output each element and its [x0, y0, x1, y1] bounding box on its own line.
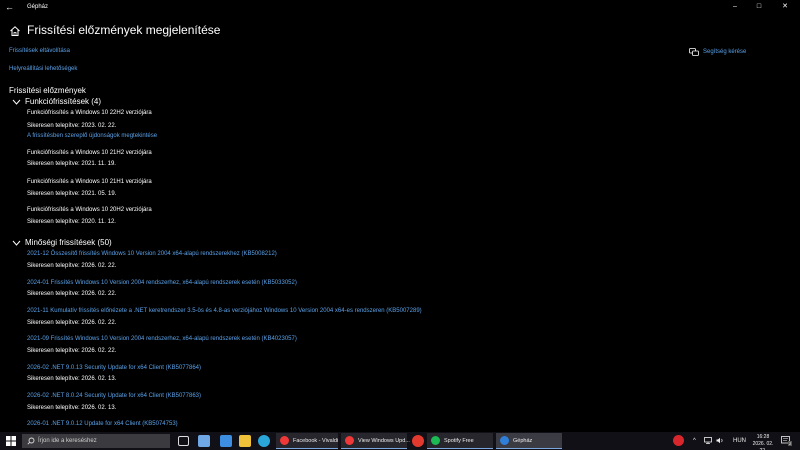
back-arrow-icon[interactable]: ← — [5, 1, 14, 13]
windows-start-icon[interactable] — [6, 436, 16, 446]
minimize-button[interactable]: – — [724, 1, 746, 13]
show-hidden-icons-button[interactable]: ^ — [693, 437, 696, 445]
maximize-button[interactable]: □ — [748, 1, 770, 13]
volume-icon[interactable] — [716, 437, 724, 444]
clock-time: 16:28 — [756, 434, 770, 440]
whats-new-link[interactable]: A frissítésben szereplő újdonságok megte… — [27, 132, 157, 141]
edge-icon[interactable] — [258, 435, 270, 447]
taskbar-search-input[interactable]: Írjon ide a kereséshez — [22, 434, 170, 448]
clock-date: 2026. 02. 22. — [752, 441, 774, 450]
uninstall-updates-link[interactable]: Frissítések eltávolítása — [9, 47, 70, 56]
taskbar-button-label: Spotify Free — [444, 438, 474, 444]
language-indicator[interactable]: HUN — [733, 437, 746, 445]
spotify-icon — [431, 436, 440, 445]
feature-update-status: Sikeresen telepítve: 2023. 02. 22. — [27, 123, 117, 129]
taskbar-button-label: Facebook - Vivaldi — [293, 438, 339, 444]
feature-update-title: Funkciófrissítés a Windows 10 21H2 verzi… — [27, 150, 152, 156]
feature-update-status: Sikeresen telepítve: 2020. 11. 12. — [27, 219, 116, 225]
quality-update-status: Sikeresen telepítve: 2026. 02. 22. — [27, 348, 117, 354]
taskbar-button-spotify[interactable]: Spotify Free — [427, 433, 493, 449]
vivaldi-icon — [280, 436, 289, 445]
file-explorer-icon[interactable] — [239, 435, 251, 447]
feature-update-title: Funkciófrissítés a Windows 10 22H2 verzi… — [27, 110, 152, 116]
quality-update-link[interactable]: 2024-01 Frissítés Windows 10 Version 200… — [27, 279, 297, 288]
close-button[interactable]: ✕ — [774, 1, 796, 13]
quality-update-status: Sikeresen telepítve: 2026. 02. 22. — [27, 263, 117, 269]
clock[interactable]: 16:28 2026. 02. 22. — [750, 434, 776, 450]
feature-update-title: Funkciófrissítés a Windows 10 21H1 verzi… — [27, 179, 152, 185]
taskbar-button-label: View Windows Upd... — [358, 438, 410, 444]
store-icon[interactable] — [198, 435, 210, 447]
taskbar: Írjon ide a kereséshez Facebook - Vivald… — [0, 432, 800, 450]
search-placeholder: Írjon ide a kereséshez — [38, 438, 97, 444]
quality-update-link[interactable]: 2026-02 .NET 8.0.24 Security Update for … — [27, 392, 201, 401]
home-icon[interactable] — [9, 25, 21, 37]
feature-update-status: Sikeresen telepítve: 2021. 05. 19. — [27, 191, 117, 197]
window-title: Gépház — [27, 4, 49, 10]
quality-update-link[interactable]: 2021-09 Frissítés Windows 10 Version 200… — [27, 335, 297, 344]
taskbar-button-label: Gépház — [513, 438, 533, 444]
task-view-icon[interactable] — [178, 436, 189, 446]
quality-update-link[interactable]: 2026-02 .NET 9.0.13 Security Update for … — [27, 364, 201, 373]
feature-update-title: Funkciófrissítés a Windows 10 20H2 verzi… — [27, 207, 152, 213]
taskbar-button-windows-update[interactable]: View Windows Upd... — [341, 433, 410, 449]
get-help-link[interactable]: Segítség kérése — [703, 48, 746, 57]
search-icon — [27, 437, 35, 445]
mail-icon[interactable] — [220, 435, 232, 447]
quality-update-link[interactable]: 2026-01 .NET 9.0.12 Update for x64 Clien… — [27, 420, 178, 429]
taskbar-button-facebook[interactable]: Facebook - Vivaldi — [276, 433, 338, 449]
quality-update-status: Sikeresen telepítve: 2026. 02. 13. — [27, 376, 117, 382]
opera-icon[interactable] — [412, 435, 424, 447]
chevron-down-icon[interactable] — [12, 240, 21, 246]
notification-badge: 2 — [788, 441, 793, 446]
recovery-options-link[interactable]: Helyreállítási lehetőségek — [9, 65, 77, 74]
quality-update-status: Sikeresen telepítve: 2026. 02. 13. — [27, 405, 117, 411]
vivaldi-icon — [345, 436, 354, 445]
gear-icon — [500, 436, 509, 445]
quality-update-link[interactable]: 2021-12 Összesítő frissítés Windows 10 V… — [27, 250, 277, 259]
title-bar: ← Gépház – □ ✕ — [0, 0, 800, 14]
feature-updates-group[interactable]: Funkciófrissítések (4) — [25, 96, 101, 107]
taskbar-button-settings[interactable]: Gépház — [496, 433, 562, 449]
chevron-down-icon[interactable] — [12, 99, 21, 105]
antivirus-tray-icon[interactable] — [673, 435, 684, 446]
quality-updates-group[interactable]: Minőségi frissítések (50) — [25, 237, 112, 248]
quality-update-link[interactable]: 2021-11 Kumulatív frissítés előnézete a … — [27, 307, 422, 316]
quality-update-status: Sikeresen telepítve: 2026. 02. 22. — [27, 291, 117, 297]
feature-update-status: Sikeresen telepítve: 2021. 11. 19. — [27, 161, 116, 167]
history-heading: Frissítési előzmények — [9, 86, 86, 95]
page-title: Frissítési előzmények megjelenítése — [27, 23, 221, 37]
network-icon[interactable] — [704, 437, 712, 444]
help-chat-icon — [689, 48, 699, 56]
quality-update-status: Sikeresen telepítve: 2026. 02. 22. — [27, 320, 117, 326]
